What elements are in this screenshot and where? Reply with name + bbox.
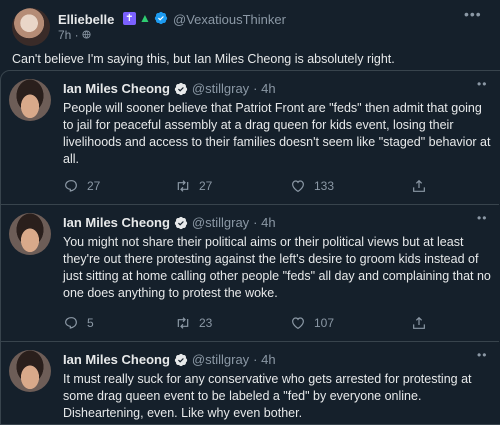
verified-icon — [154, 11, 168, 25]
post-text: Can't believe I'm saying this, but Ian M… — [12, 52, 395, 66]
timestamp[interactable]: 7h · — [58, 28, 91, 42]
more-icon[interactable]: •• — [477, 211, 487, 225]
author-name[interactable]: Ian Miles Cheong — [63, 81, 170, 96]
retweet-button[interactable]: 23 — [175, 315, 212, 331]
like-button[interactable]: 107 — [290, 315, 334, 331]
author-handle[interactable]: @stillgray — [192, 81, 249, 96]
share-icon — [413, 316, 425, 329]
author-name[interactable]: Ian Miles Cheong — [63, 352, 170, 367]
cross-badge-icon: ✝ — [123, 11, 136, 25]
like-button[interactable]: 133 — [290, 178, 334, 194]
reply-button[interactable]: 5 — [63, 315, 94, 331]
retweet-icon — [177, 317, 189, 329]
like-count: 107 — [314, 316, 335, 330]
retweet-count: 27 — [199, 179, 213, 193]
tweet-text: People will sooner believe that Patriot … — [63, 101, 491, 166]
timestamp[interactable]: · 4h — [253, 81, 275, 96]
like-icon — [292, 317, 304, 330]
retweet-button[interactable]: 27 — [175, 178, 212, 194]
avatar[interactable] — [9, 350, 51, 392]
author-name[interactable]: Ian Miles Cheong — [63, 215, 170, 230]
like-icon — [292, 180, 304, 193]
retweet-icon — [177, 180, 189, 192]
verified-icon — [174, 353, 188, 366]
action-bar: 27 27 133 — [63, 178, 443, 194]
tweet-header: Ian Miles Cheong @stillgray · 4h — [63, 352, 276, 367]
quoted-tweet-2[interactable]: Ian Miles Cheong @stillgray · 4h •• You … — [1, 205, 499, 339]
reply-count: 5 — [87, 316, 94, 330]
more-icon[interactable]: •• — [477, 348, 487, 362]
reply-icon — [65, 180, 77, 192]
author-handle[interactable]: @stillgray — [192, 215, 249, 230]
tweet-header: Ian Miles Cheong @stillgray · 4h — [63, 215, 276, 230]
quoted-tweet-3[interactable]: Ian Miles Cheong @stillgray · 4h •• It m… — [1, 342, 499, 424]
verified-icon — [174, 82, 188, 95]
retweet-count: 23 — [199, 316, 213, 330]
quoting-post: Elliebelle ✝ ▲ @VexatiousThinker 7h · ••… — [0, 0, 500, 76]
timestamp[interactable]: · 4h — [253, 352, 275, 367]
share-button[interactable] — [411, 178, 427, 194]
reply-count: 27 — [87, 179, 101, 193]
share-icon — [413, 179, 425, 192]
quoted-tweet-1[interactable]: Ian Miles Cheong @stillgray · 4h •• Peop… — [1, 71, 499, 201]
reply-button[interactable]: 27 — [63, 178, 100, 194]
action-bar: 5 23 107 — [63, 315, 443, 331]
like-count: 133 — [314, 179, 335, 193]
avatar[interactable] — [12, 8, 50, 46]
quoted-thread[interactable]: Ian Miles Cheong @stillgray · 4h •• Peop… — [0, 70, 500, 425]
timestamp[interactable]: · 4h — [253, 215, 275, 230]
author-name[interactable]: Elliebelle — [58, 12, 114, 27]
tweet-text: It must really suck for any conservative… — [63, 372, 472, 420]
more-icon[interactable]: ••• — [464, 6, 482, 22]
reply-icon — [65, 317, 77, 329]
author-handle[interactable]: @VexatiousThinker — [173, 12, 286, 27]
author-handle[interactable]: @stillgray — [192, 352, 249, 367]
share-button[interactable] — [411, 315, 427, 331]
verified-icon — [174, 216, 188, 229]
tweet-text: You might not share their political aims… — [63, 235, 491, 300]
tweet-header: Ian Miles Cheong @stillgray · 4h — [63, 81, 276, 96]
globe-icon — [82, 30, 91, 39]
avatar[interactable] — [9, 79, 51, 121]
more-icon[interactable]: •• — [477, 77, 487, 91]
avatar[interactable] — [9, 213, 51, 255]
name-badges: ✝ ▲ — [123, 11, 168, 25]
tree-badge-icon: ▲ — [139, 10, 151, 25]
